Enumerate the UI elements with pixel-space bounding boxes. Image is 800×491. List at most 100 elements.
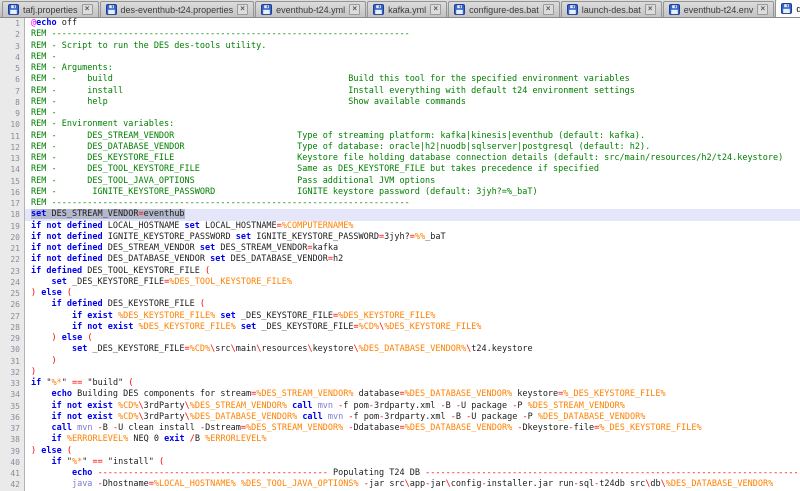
code-text: if not exist %DES_KEYSTORE_FILE% set _DE…: [25, 322, 800, 333]
code-line-33[interactable]: 33if "%*" == "build" (: [0, 378, 800, 389]
code-text: ) else (: [25, 446, 800, 457]
line-number: 17: [0, 198, 25, 209]
close-icon[interactable]: ×: [430, 4, 441, 15]
code-line-38[interactable]: 38 if %ERRORLEVEL% NEQ 0 exit /B %ERRORL…: [0, 434, 800, 445]
code-line-3[interactable]: 3REM - Script to run the DES des-tools u…: [0, 41, 800, 52]
code-line-34[interactable]: 34 echo Building DES components for stre…: [0, 389, 800, 400]
close-icon[interactable]: ×: [645, 4, 656, 15]
code-line-28[interactable]: 28 if not exist %DES_KEYSTORE_FILE% set …: [0, 322, 800, 333]
tab-eventhub-t24.env[interactable]: eventhub-t24.env×: [663, 1, 775, 17]
code-text: if not defined DES_DATABASE_VENDOR set D…: [25, 254, 800, 265]
saved-file-icon: [373, 4, 384, 15]
line-number: 37: [0, 423, 25, 434]
code-line-31[interactable]: 31 ): [0, 356, 800, 367]
code-line-29[interactable]: 29 ) else (: [0, 333, 800, 344]
close-icon[interactable]: ×: [82, 4, 93, 15]
code-line-19[interactable]: 19if not defined LOCAL_HOSTNAME set LOCA…: [0, 221, 800, 232]
code-text: echo -----------------------------------…: [25, 468, 800, 479]
code-line-32[interactable]: 32): [0, 367, 800, 378]
code-line-5[interactable]: 5REM - Arguments:: [0, 63, 800, 74]
code-line-39[interactable]: 39) else (: [0, 446, 800, 457]
code-text: REM - Environment variables:: [25, 119, 800, 130]
code-line-36[interactable]: 36 if not exist %CD%\3rdParty\%DES_DATAB…: [0, 412, 800, 423]
code-text: REM ------------------------------------…: [25, 198, 800, 209]
saved-file-icon: [106, 4, 117, 15]
line-number: 25: [0, 288, 25, 299]
code-text: if not defined DES_STREAM_VENDOR set DES…: [25, 243, 800, 254]
close-icon[interactable]: ×: [543, 4, 554, 15]
line-number: 26: [0, 299, 25, 310]
code-line-17[interactable]: 17REM ----------------------------------…: [0, 198, 800, 209]
code-line-14[interactable]: 14REM - DES_TOOL_KEYSTORE_FILE Same as D…: [0, 164, 800, 175]
code-text: if "%*" == "build" (: [25, 378, 800, 389]
code-text: if %ERRORLEVEL% NEQ 0 exit /B %ERRORLEVE…: [25, 434, 800, 445]
line-number: 20: [0, 232, 25, 243]
code-line-8[interactable]: 8REM - help Show available commands: [0, 97, 800, 108]
code-line-21[interactable]: 21if not defined DES_STREAM_VENDOR set D…: [0, 243, 800, 254]
code-text: REM - DES_DATABASE_VENDOR Type of databa…: [25, 142, 800, 153]
line-number: 29: [0, 333, 25, 344]
tab-launch-des.bat[interactable]: launch-des.bat×: [561, 1, 662, 17]
close-icon[interactable]: ×: [237, 4, 248, 15]
code-text: REM - IGNITE_KEYSTORE_PASSWORD IGNITE ke…: [25, 187, 800, 198]
code-text: java -Dhostname=%LOCAL_HOSTNAME% %DES_TO…: [25, 479, 800, 490]
code-text: ) else (: [25, 288, 800, 299]
tab-label: launch-des.bat: [581, 5, 642, 15]
tab-label: eventhub-t24.env: [683, 5, 755, 15]
code-line-11[interactable]: 11REM - DES_STREAM_VENDOR Type of stream…: [0, 131, 800, 142]
code-line-35[interactable]: 35 if not exist %CD%\3rdParty\%DES_STREA…: [0, 401, 800, 412]
code-line-22[interactable]: 22if not defined DES_DATABASE_VENDOR set…: [0, 254, 800, 265]
line-number: 23: [0, 266, 25, 277]
code-line-4[interactable]: 4REM -: [0, 52, 800, 63]
line-number: 35: [0, 401, 25, 412]
tab-des-tool.bat[interactable]: des-tool.bat×: [775, 0, 800, 17]
code-line-25[interactable]: 25) else (: [0, 288, 800, 299]
code-text: REM -: [25, 108, 800, 119]
code-line-7[interactable]: 7REM - install Install everything with d…: [0, 86, 800, 97]
code-line-15[interactable]: 15REM - DES_TOOL_JAVA_OPTIONS Pass addit…: [0, 176, 800, 187]
close-icon[interactable]: ×: [349, 4, 360, 15]
code-line-13[interactable]: 13REM - DES_KEYSTORE_FILE Keystore file …: [0, 153, 800, 164]
code-line-30[interactable]: 30 set _DES_KEYSTORE_FILE=%CD%\src\main\…: [0, 344, 800, 355]
tab-eventhub-t24.yml[interactable]: eventhub-t24.yml×: [255, 1, 366, 17]
code-line-42[interactable]: 42 java -Dhostname=%LOCAL_HOSTNAME% %DES…: [0, 479, 800, 490]
code-line-6[interactable]: 6REM - build Build this tool for the spe…: [0, 74, 800, 85]
selected-text: set DES_STREAM_VENDOR=eventhub: [31, 209, 185, 219]
code-line-37[interactable]: 37 call mvn -B -U clean install -Dstream…: [0, 423, 800, 434]
code-text: ): [25, 367, 800, 378]
code-line-20[interactable]: 20if not defined IGNITE_KEYSTORE_PASSWOR…: [0, 232, 800, 243]
code-text: echo Building DES components for stream=…: [25, 389, 800, 400]
code-line-41[interactable]: 41 echo --------------------------------…: [0, 468, 800, 479]
tab-configure-des.bat[interactable]: configure-des.bat×: [448, 1, 560, 17]
code-text: if defined DES_TOOL_KEYSTORE_FILE (: [25, 266, 800, 277]
tab-tafj.properties[interactable]: tafj.properties×: [2, 1, 99, 17]
code-line-27[interactable]: 27 if exist %DES_KEYSTORE_FILE% set _DES…: [0, 311, 800, 322]
code-line-23[interactable]: 23if defined DES_TOOL_KEYSTORE_FILE (: [0, 266, 800, 277]
code-line-16[interactable]: 16REM - IGNITE_KEYSTORE_PASSWORD IGNITE …: [0, 187, 800, 198]
code-text: if defined DES_KEYSTORE_FILE (: [25, 299, 800, 310]
line-number: 11: [0, 131, 25, 142]
saved-file-icon: [261, 4, 272, 15]
tab-kafka.yml[interactable]: kafka.yml×: [367, 1, 447, 17]
editor-window: tafj.properties×des-eventhub-t24.propert…: [0, 0, 800, 491]
close-icon[interactable]: ×: [757, 4, 768, 15]
editor-area[interactable]: 1@echo off2REM -------------------------…: [0, 18, 800, 491]
code-line-9[interactable]: 9REM -: [0, 108, 800, 119]
code-text: REM - Arguments:: [25, 63, 800, 74]
tab-des-eventhub-t24.properties[interactable]: des-eventhub-t24.properties×: [100, 1, 255, 17]
code-line-24[interactable]: 24 set _DES_KEYSTORE_FILE=%DES_TOOL_KEYS…: [0, 277, 800, 288]
code-text: REM - help Show available commands: [25, 97, 800, 108]
code-text: @echo off: [25, 18, 800, 29]
code-line-2[interactable]: 2REM -----------------------------------…: [0, 29, 800, 40]
code-text: set _DES_KEYSTORE_FILE=%CD%\src\main\res…: [25, 344, 800, 355]
code-line-1[interactable]: 1@echo off: [0, 18, 800, 29]
code-line-18[interactable]: 18set DES_STREAM_VENDOR=eventhub: [0, 209, 800, 220]
line-number: 40: [0, 457, 25, 468]
code-text: REM ------------------------------------…: [25, 29, 800, 40]
code-line-26[interactable]: 26 if defined DES_KEYSTORE_FILE (: [0, 299, 800, 310]
code-line-40[interactable]: 40 if "%*" == "install" (: [0, 457, 800, 468]
code-line-10[interactable]: 10REM - Environment variables:: [0, 119, 800, 130]
code-text: if not defined LOCAL_HOSTNAME set LOCAL_…: [25, 221, 800, 232]
code-text: REM - build Build this tool for the spec…: [25, 74, 800, 85]
code-line-12[interactable]: 12REM - DES_DATABASE_VENDOR Type of data…: [0, 142, 800, 153]
